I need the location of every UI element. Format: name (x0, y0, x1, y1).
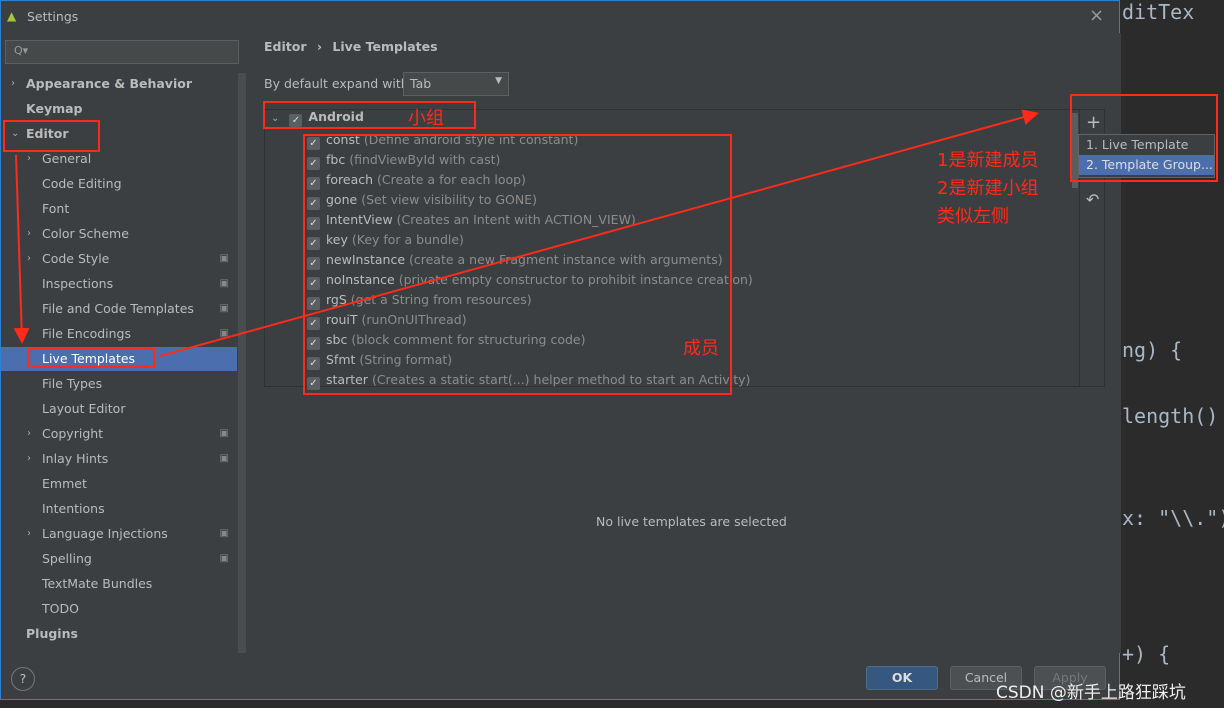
arrow-editor-to-live-templates (13, 154, 30, 344)
arrow-to-add-menu (159, 109, 1039, 357)
watermark: CSDN @新手上路狂踩坑 (996, 683, 1186, 703)
annotation-arrows (13, 109, 1039, 357)
